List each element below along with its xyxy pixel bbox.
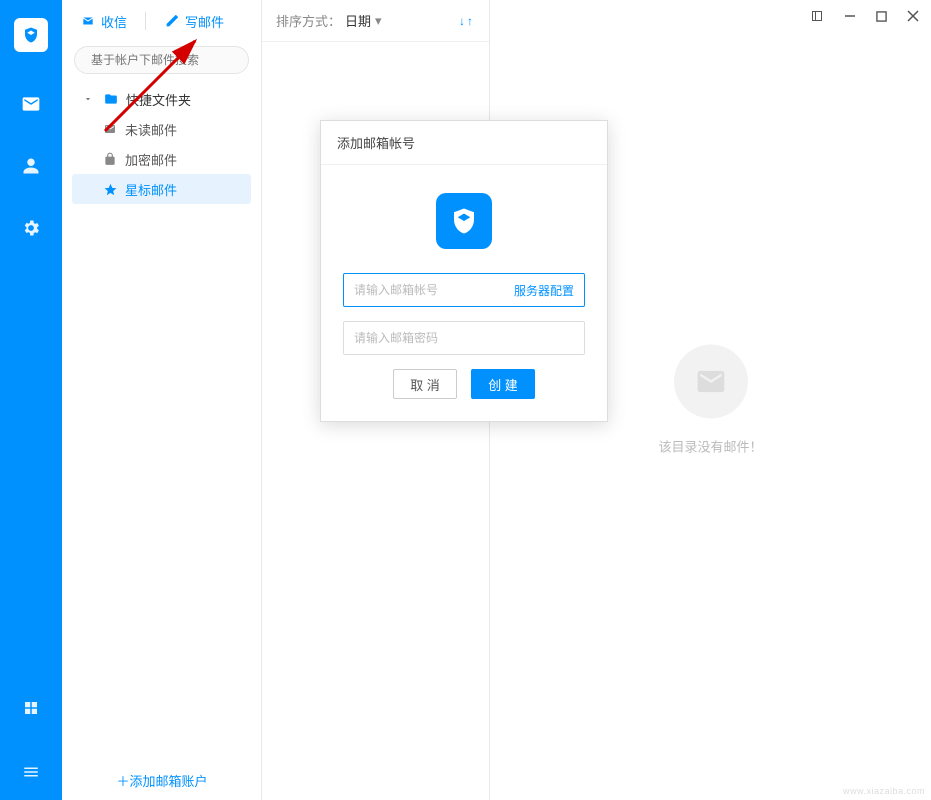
folder-icon <box>103 91 119 107</box>
mail-icon[interactable] <box>21 94 41 114</box>
tree-root-label: 快捷文件夹 <box>126 90 191 109</box>
sidebar-bottom <box>0 680 62 782</box>
chevron-down-icon <box>80 91 96 107</box>
close-button[interactable] <box>907 10 919 22</box>
settings-icon[interactable] <box>21 218 41 238</box>
dialog-buttons: 取 消 创 建 <box>343 369 585 399</box>
watermark: www.xiazaiba.com <box>843 786 925 796</box>
search-box[interactable] <box>74 46 249 74</box>
apps-icon[interactable] <box>21 698 41 718</box>
icon-sidebar <box>0 0 62 800</box>
dialog-body: 服务器配置 取 消 创 建 <box>321 165 607 421</box>
search-input[interactable] <box>91 53 246 67</box>
receive-label: 收信 <box>101 12 127 31</box>
app-logo <box>14 18 48 52</box>
minimize-button[interactable] <box>844 10 856 22</box>
password-input[interactable] <box>354 331 574 345</box>
lock-icon <box>102 151 118 167</box>
folder-tree: 快捷文件夹 未读邮件 加密邮件 星标邮件 <box>62 84 261 204</box>
layout-icon[interactable] <box>810 10 824 22</box>
folder-label: 加密邮件 <box>125 150 177 169</box>
empty-mail-icon <box>673 345 747 419</box>
add-account-dialog: 添加邮箱帐号 服务器配置 取 消 创 建 <box>320 120 608 422</box>
empty-text: 该目录没有邮件！ <box>658 437 762 456</box>
folder-unread[interactable]: 未读邮件 <box>72 114 251 144</box>
tree-root[interactable]: 快捷文件夹 <box>72 84 251 114</box>
folder-panel: 收信 写邮件 快捷文件夹 未读邮件 加密邮件 星标邮件 ＋添加邮箱账户 <box>62 0 262 800</box>
folder-label: 星标邮件 <box>125 180 177 199</box>
account-field[interactable]: 服务器配置 <box>343 273 585 307</box>
compose-button[interactable]: 写邮件 <box>158 8 230 35</box>
password-field[interactable] <box>343 321 585 355</box>
star-icon <box>102 181 118 197</box>
maximize-button[interactable] <box>876 11 887 22</box>
cancel-button[interactable]: 取 消 <box>393 369 457 399</box>
toolbar-divider <box>145 12 146 30</box>
server-config-link[interactable]: 服务器配置 <box>514 282 574 299</box>
folder-starred[interactable]: 星标邮件 <box>72 174 251 204</box>
receive-button[interactable]: 收信 <box>74 8 133 35</box>
sort-bar[interactable]: 排序方式： 日期 ▾ ↓↑ <box>262 0 489 42</box>
add-account-button[interactable]: ＋添加邮箱账户 <box>62 771 262 790</box>
compose-label: 写邮件 <box>185 12 224 31</box>
sort-label: 排序方式： <box>276 11 341 30</box>
chevron-down-icon: ▾ <box>375 13 382 29</box>
dialog-logo <box>436 193 492 249</box>
contacts-icon[interactable] <box>21 156 41 176</box>
empty-state: 该目录没有邮件！ <box>658 345 762 456</box>
sort-value: 日期 <box>345 11 371 30</box>
account-input[interactable] <box>354 283 514 297</box>
window-controls <box>810 10 919 22</box>
create-button[interactable]: 创 建 <box>471 369 535 399</box>
sort-direction-icon[interactable]: ↓↑ <box>459 14 475 28</box>
menu-icon[interactable] <box>21 762 41 782</box>
envelope-icon <box>102 121 118 137</box>
folder-label: 未读邮件 <box>125 120 177 139</box>
dialog-title: 添加邮箱帐号 <box>321 121 607 165</box>
folder-encrypted[interactable]: 加密邮件 <box>72 144 251 174</box>
folder-toolbar: 收信 写邮件 <box>62 0 261 42</box>
